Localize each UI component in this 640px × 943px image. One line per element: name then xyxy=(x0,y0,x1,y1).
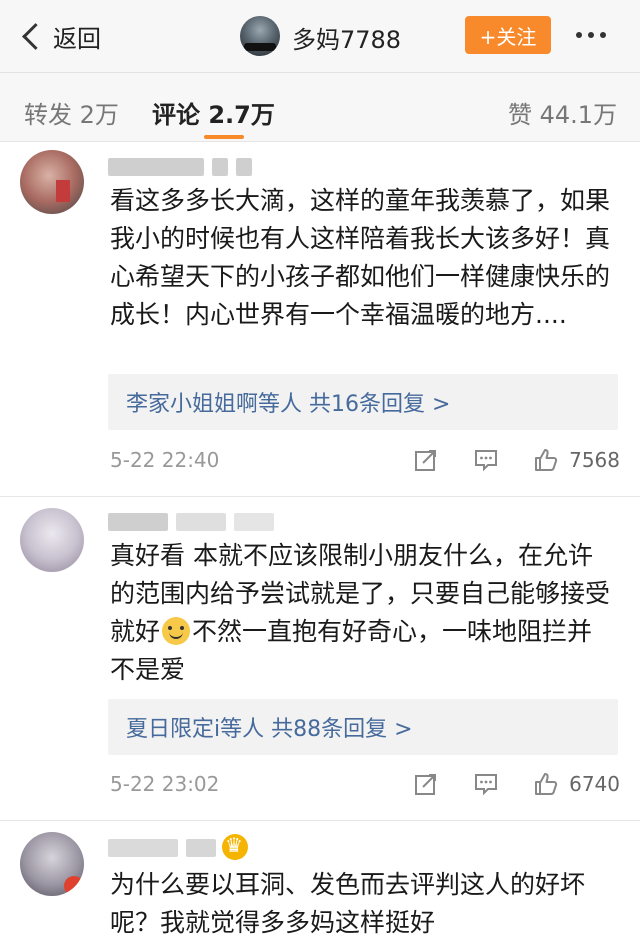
chevron-left-icon xyxy=(22,22,49,50)
comment-actions: 6740 xyxy=(381,769,620,799)
engagement-tabs: 转发 2万 评论 2.7万 赞 44.1万 xyxy=(0,73,640,142)
divider xyxy=(0,820,640,821)
comment-text: 看这多多长大滴，这样的童年我羡慕了，如果我小的时候也有人这样陪着我长大该多好！真… xyxy=(110,186,611,329)
comment-text: 真好看 本就不应该限制小朋友什么，在允许的范围内给予尝试就是了，只要自己能够接受… xyxy=(110,537,610,689)
crown-icon xyxy=(222,833,248,860)
commenter-name-blurred[interactable] xyxy=(108,512,274,532)
like-count: 7568 xyxy=(569,448,620,472)
repost-icon[interactable] xyxy=(411,769,441,799)
back-button[interactable]: 返回 xyxy=(18,16,101,56)
commenter-name-blurred[interactable] xyxy=(108,157,252,177)
commenter-name-blurred[interactable] xyxy=(108,838,216,858)
follow-button[interactable]: +关注 xyxy=(465,16,551,54)
thumbs-up-icon[interactable] xyxy=(531,769,561,799)
comment-time: 5-22 22:40 xyxy=(110,448,220,472)
author-avatar[interactable] xyxy=(240,16,280,56)
thumbs-up-icon[interactable] xyxy=(531,445,561,475)
comment-time: 5-22 23:02 xyxy=(110,772,220,796)
comment-meta: 5-22 22:40 7568 xyxy=(110,445,620,475)
commenter-avatar[interactable] xyxy=(20,832,84,896)
like-count: 6740 xyxy=(569,772,620,796)
author-username[interactable]: 多妈7788 xyxy=(292,20,401,55)
reply-summary[interactable]: 李家小姐姐啊等人 共16条回复 > xyxy=(108,374,618,430)
repost-icon[interactable] xyxy=(411,445,441,475)
reply-summary[interactable]: 夏日限定i等人 共88条回复 > xyxy=(108,699,618,755)
comment-actions: 7568 xyxy=(381,445,620,475)
comment-icon[interactable] xyxy=(471,769,501,799)
commenter-avatar[interactable] xyxy=(20,508,84,572)
more-dots-icon[interactable] xyxy=(576,32,606,38)
tab-repost[interactable]: 转发 2万 xyxy=(24,95,119,130)
smile-emoji-icon xyxy=(162,617,191,645)
tab-like[interactable]: 赞 44.1万 xyxy=(508,95,617,130)
comment-icon[interactable] xyxy=(471,445,501,475)
top-bar: 返回 多妈7788 +关注 xyxy=(0,0,640,73)
active-tab-indicator xyxy=(204,135,244,139)
back-label: 返回 xyxy=(53,24,101,53)
commenter-avatar[interactable] xyxy=(20,150,84,214)
comment-meta: 5-22 23:02 6740 xyxy=(110,769,620,799)
divider xyxy=(0,496,640,497)
comment-text: 为什么要以耳洞、发色而去评判这人的好坏呢？我就觉得多多妈这样挺好 xyxy=(110,870,586,937)
